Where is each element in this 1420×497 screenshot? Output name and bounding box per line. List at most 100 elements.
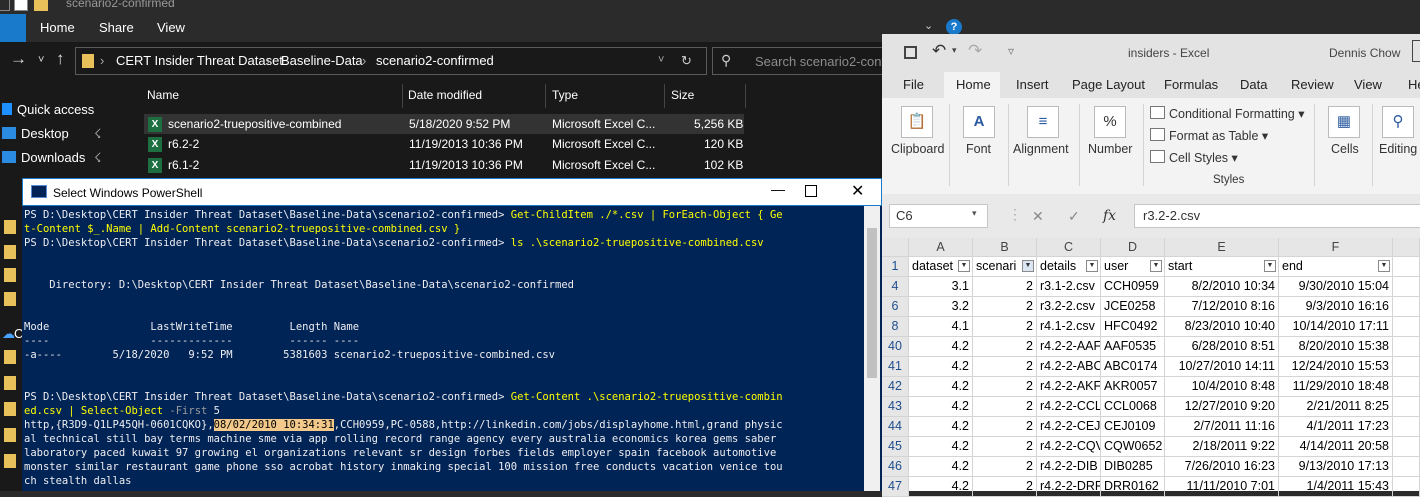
table-cell[interactable]: 8/2/2010 10:34	[1165, 277, 1279, 297]
row-header[interactable]: 4	[882, 277, 909, 297]
table-cell[interactable]: 4.1	[909, 317, 973, 337]
column-header-c[interactable]: C	[1037, 238, 1101, 257]
table-cell[interactable]: r4.2-2-DRR	[1037, 477, 1101, 497]
column-separator[interactable]	[402, 84, 403, 108]
tab-formulas[interactable]: Formulas	[1164, 77, 1218, 92]
table-cell[interactable]: 8/23/2010 10:40	[1165, 317, 1279, 337]
tab-data[interactable]: Data	[1240, 77, 1267, 92]
customize-qat-icon[interactable]: ▿	[1008, 44, 1014, 58]
table-cell[interactable]: CCL0068	[1101, 397, 1165, 417]
pin-icon[interactable]: ☇	[94, 126, 101, 142]
chevron-down-icon[interactable]: ⌄	[924, 19, 933, 32]
row-header[interactable]: 43	[882, 397, 909, 417]
table-cell[interactable]: r4.2-2-CEJ	[1037, 417, 1101, 437]
insert-function-button[interactable]: fx	[1103, 208, 1116, 224]
breadcrumb-item[interactable]: Baseline-Data	[281, 53, 363, 68]
table-cell[interactable]: 2	[973, 437, 1037, 457]
table-cell[interactable]: AKR0057	[1101, 377, 1165, 397]
table-cell[interactable]: CCH0959	[1101, 277, 1165, 297]
up-arrow-icon[interactable]: ↑	[56, 49, 65, 69]
maximize-icon[interactable]	[805, 185, 817, 197]
tab-home[interactable]: Home	[956, 77, 991, 92]
table-cell[interactable]: 2	[973, 377, 1037, 397]
percent-icon[interactable]: %	[1094, 106, 1126, 138]
row-header[interactable]: 40	[882, 337, 909, 357]
tab-help[interactable]: He	[1408, 77, 1420, 92]
address-bar[interactable]: › CERT Insider Threat Dataset › Baseline…	[75, 47, 707, 75]
undo-dropdown-icon[interactable]: ▾	[952, 45, 957, 56]
name-box[interactable]: C6 ▾	[889, 204, 988, 228]
row-header[interactable]: 8	[882, 317, 909, 337]
select-all-corner[interactable]	[882, 238, 909, 257]
table-cell[interactable]: 7/26/2010 16:23	[1165, 457, 1279, 477]
table-cell[interactable]: 4.2	[909, 477, 973, 497]
header-cell[interactable]: start ▼	[1165, 257, 1279, 277]
header-cell[interactable]: scenari ▼	[973, 257, 1037, 277]
empty-cell[interactable]	[1393, 357, 1420, 377]
table-cell[interactable]: 10/14/2010 17:11	[1279, 317, 1393, 337]
table-cell[interactable]: 2	[973, 457, 1037, 477]
table-cell[interactable]: 7/12/2010 8:16	[1165, 297, 1279, 317]
number-button[interactable]: Number	[1088, 142, 1132, 156]
table-cell[interactable]: 4/1/2011 17:23	[1279, 417, 1393, 437]
table-cell[interactable]: ABC0174	[1101, 357, 1165, 377]
search-input[interactable]: ⚲ Search scenario2-confirmed	[712, 47, 884, 75]
properties-icon[interactable]	[14, 0, 28, 11]
table-cell[interactable]: 8/20/2010 15:38	[1279, 337, 1393, 357]
empty-cell[interactable]	[1393, 397, 1420, 417]
column-header-date[interactable]: Date modified	[408, 88, 482, 102]
table-cell[interactable]: DIB0285	[1101, 457, 1165, 477]
tab-file[interactable]: File	[903, 77, 924, 92]
table-cell[interactable]: 2/18/2011 9:22	[1165, 437, 1279, 457]
empty-cell[interactable]	[1393, 417, 1420, 437]
table-cell[interactable]: 9/30/2010 15:04	[1279, 277, 1393, 297]
filter-dropdown-icon[interactable]: ▼	[1378, 260, 1390, 272]
table-cell[interactable]: 10/4/2010 8:48	[1165, 377, 1279, 397]
table-cell[interactable]: DRR0162	[1101, 477, 1165, 497]
table-cell[interactable]: 3.1	[909, 277, 973, 297]
table-cell[interactable]: 6/28/2010 8:51	[1165, 337, 1279, 357]
font-icon[interactable]: A	[963, 106, 995, 138]
empty-cell[interactable]	[1393, 257, 1420, 277]
breadcrumb-item[interactable]: CERT Insider Threat Dataset	[116, 53, 283, 68]
table-cell[interactable]: 9/13/2010 17:13	[1279, 457, 1393, 477]
table-cell[interactable]: 2	[973, 477, 1037, 497]
column-header-name[interactable]: Name	[147, 88, 179, 102]
header-cell[interactable]: dataset ▼	[909, 257, 973, 277]
tab-view[interactable]: View	[1354, 77, 1382, 92]
nav-quick-access[interactable]: Quick access	[2, 102, 94, 117]
tab-view[interactable]: View	[157, 20, 185, 35]
table-cell[interactable]: r4.2-2-ABC	[1037, 357, 1101, 377]
more-icon[interactable]: ⋮	[1008, 206, 1022, 223]
table-cell[interactable]: CQW0652	[1101, 437, 1165, 457]
alignment-button[interactable]: Alignment	[1013, 142, 1069, 156]
file-row[interactable]: X r6.2-2 11/19/2013 10:36 PM Microsoft E…	[144, 134, 744, 154]
table-cell[interactable]: 2	[973, 317, 1037, 337]
table-cell[interactable]: 9/3/2010 16:16	[1279, 297, 1393, 317]
column-separator[interactable]	[664, 84, 665, 108]
table-cell[interactable]: 2	[973, 397, 1037, 417]
redo-icon[interactable]: ↷	[968, 41, 982, 61]
table-cell[interactable]: 11/29/2010 18:48	[1279, 377, 1393, 397]
tab-file[interactable]	[0, 14, 26, 42]
row-header[interactable]: 1	[882, 257, 909, 277]
table-cell[interactable]: 4.2	[909, 437, 973, 457]
help-icon[interactable]: ?	[946, 19, 962, 35]
new-folder-icon[interactable]	[34, 0, 48, 11]
clipboard-icon[interactable]: 📋	[901, 106, 933, 138]
recent-chevron-icon[interactable]: ˅	[38, 54, 44, 66]
table-cell[interactable]: CEJ0109	[1101, 417, 1165, 437]
table-cell[interactable]: 10/27/2010 14:11	[1165, 357, 1279, 377]
empty-cell[interactable]	[1393, 437, 1420, 457]
undo-icon[interactable]: ↶	[932, 41, 946, 61]
table-cell[interactable]: 12/27/2010 9:20	[1165, 397, 1279, 417]
column-header-b[interactable]: B	[973, 238, 1037, 257]
table-cell[interactable]: 2/7/2011 11:16	[1165, 417, 1279, 437]
cancel-icon[interactable]: ✕	[1032, 208, 1044, 225]
nav-downloads[interactable]: Downloads ☇	[2, 150, 101, 165]
empty-cell[interactable]	[1393, 457, 1420, 477]
header-cell[interactable]: user ▼	[1101, 257, 1165, 277]
table-cell[interactable]: AAF0535	[1101, 337, 1165, 357]
cells-button[interactable]: Cells	[1331, 142, 1359, 156]
row-header[interactable]: 6	[882, 297, 909, 317]
